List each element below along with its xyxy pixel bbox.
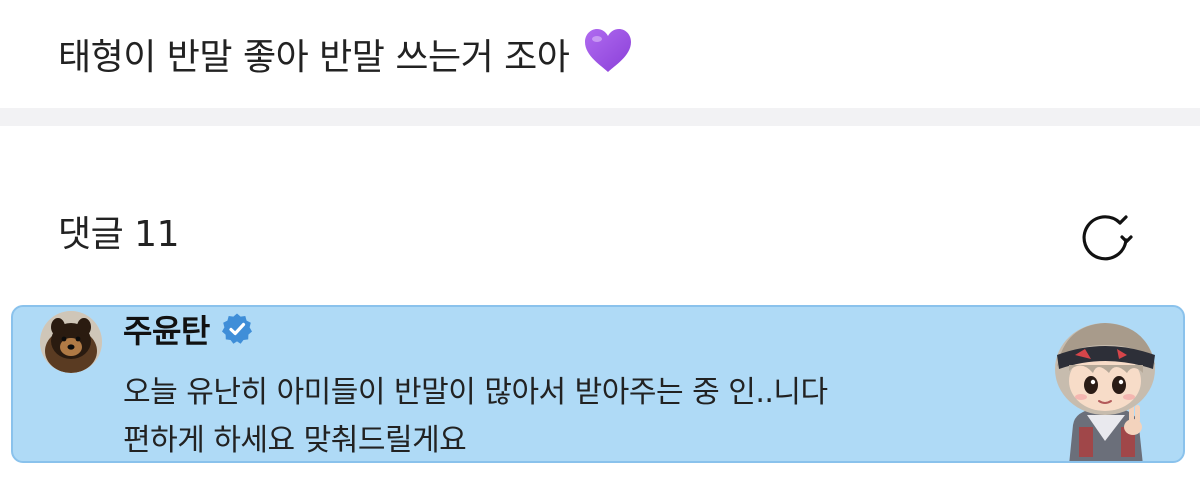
comment-author-row: 주윤탄	[123, 307, 254, 351]
post-text: 태형이 반말 좋아 반말 쓰는거 조아	[58, 26, 634, 96]
comment-line: 오늘 유난히 아미들이 반말이 많아서 받아주는 중 인..니다	[123, 375, 828, 410]
comments-header: 댓글 11	[0, 200, 1200, 270]
comment-body: 오늘 유난히 아미들이 반말이 많아서 받아주는 중 인..니다 편하게 하세요…	[123, 369, 1023, 461]
section-divider	[0, 108, 1200, 126]
verified-badge-icon	[220, 312, 254, 346]
refresh-icon	[1082, 215, 1133, 261]
character-sticker-icon	[1035, 315, 1175, 461]
comment-author-name[interactable]: 주윤탄	[123, 307, 210, 352]
comments-count-title: 댓글 11	[58, 214, 180, 255]
purple-heart-icon	[582, 27, 634, 96]
profile-avatar-icon[interactable]	[40, 311, 102, 373]
highlighted-comment[interactable]: 주윤탄 오늘 유난히 아미들이 반말이 많아서 받아주는 중 인..니다 편하게…	[11, 305, 1185, 463]
comment-line: 편하게 하세요 맞춰드릴게요	[123, 423, 467, 458]
post-text-content: 태형이 반말 좋아 반말 쓰는거 조아	[58, 37, 570, 78]
refresh-button[interactable]	[1078, 210, 1134, 266]
